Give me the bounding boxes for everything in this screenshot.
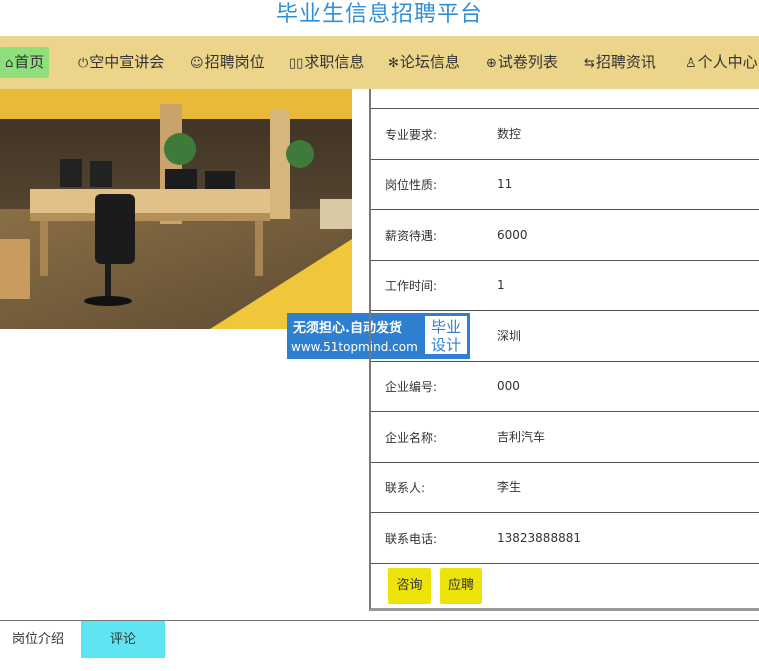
detail-row-phone: 联系电话: 13823888881 bbox=[371, 514, 759, 564]
nav-item-job-posts[interactable]: ☺招聘岗位 bbox=[185, 47, 270, 78]
nav-item-label: 空中宣讲会 bbox=[89, 53, 165, 71]
tab-comments[interactable]: 评论 bbox=[81, 621, 165, 658]
detail-value: 深圳 bbox=[497, 329, 522, 343]
job-office-image bbox=[0, 89, 352, 329]
detail-row-job-type: 岗位性质: 11 bbox=[371, 160, 759, 210]
detail-label: 企业名称: bbox=[385, 431, 438, 445]
detail-value: 数控 bbox=[497, 127, 522, 141]
detail-row-company-name: 企业名称: 吉利汽车 bbox=[371, 413, 759, 463]
detail-value: 李生 bbox=[497, 480, 522, 494]
nav-item-label: 求职信息 bbox=[304, 53, 365, 71]
job-detail-panel: 专业要求: 数控 岗位性质: 11 薪资待遇: 6000 工作时间: 1 深圳 … bbox=[369, 89, 759, 611]
columns-icon: ▯▯ bbox=[289, 56, 304, 71]
site-title: 毕业生信息招聘平台 bbox=[275, 2, 483, 27]
detail-row-contact: 联系人: 李生 bbox=[371, 463, 759, 513]
detail-label: 专业要求: bbox=[385, 128, 438, 142]
nav-item-home[interactable]: ⌂首页 bbox=[0, 47, 50, 78]
detail-label: 企业编号: bbox=[385, 380, 438, 394]
power-icon: ⏻ bbox=[78, 56, 89, 71]
detail-label: 联系人: bbox=[385, 481, 426, 495]
detail-value: 000 bbox=[497, 379, 520, 393]
detail-value: 11 bbox=[497, 177, 513, 191]
detail-value: 吉利汽车 bbox=[497, 430, 546, 444]
consult-button[interactable]: 咨询 bbox=[388, 568, 431, 604]
nav-item-job-seeking[interactable]: ▯▯求职信息 bbox=[284, 47, 369, 78]
nav-item-sky-presentation[interactable]: ⏻空中宣讲会 bbox=[73, 47, 169, 78]
detail-value: 1 bbox=[497, 278, 505, 292]
detail-value: 6000 bbox=[497, 228, 528, 242]
detail-tabs: 岗位介绍 评论 bbox=[0, 620, 759, 658]
detail-label: 岗位性质: bbox=[385, 178, 438, 192]
detail-row-company-id: 企业编号: 000 bbox=[371, 362, 759, 412]
detail-row-major: 专业要求: 数控 bbox=[371, 110, 759, 160]
face-icon: ☺ bbox=[190, 56, 204, 71]
detail-value: 13823888881 bbox=[497, 531, 581, 545]
tab-job-intro[interactable]: 岗位介绍 bbox=[0, 621, 87, 658]
detail-label: 工作时间: bbox=[385, 279, 438, 293]
detail-row-work-time: 工作时间: 1 bbox=[371, 261, 759, 311]
detail-row-location: 深圳 bbox=[371, 312, 759, 362]
detail-row-salary: 薪资待遇: 6000 bbox=[371, 211, 759, 261]
apply-button[interactable]: 应聘 bbox=[440, 568, 482, 604]
detail-row-partial bbox=[371, 59, 759, 109]
home-icon: ⌂ bbox=[5, 56, 14, 71]
nav-item-label: 首页 bbox=[14, 53, 45, 71]
nav-item-label: 招聘岗位 bbox=[204, 53, 265, 71]
detail-label: 薪资待遇: bbox=[385, 229, 438, 243]
detail-label: 联系电话: bbox=[385, 532, 438, 546]
